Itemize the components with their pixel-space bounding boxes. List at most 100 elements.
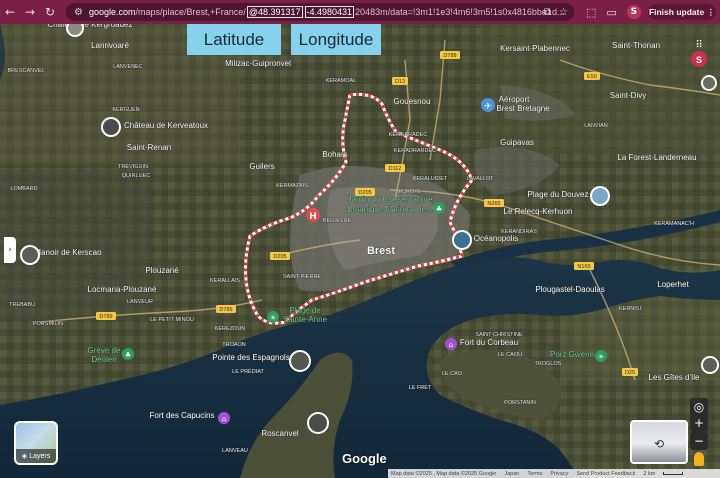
park-icon-jardin[interactable]: ♣ xyxy=(433,202,445,214)
place-label[interactable]: Océanopolis xyxy=(473,234,518,244)
place-label[interactable]: Gouesnou xyxy=(393,97,431,107)
place-label[interactable]: Château de Kerveatoux xyxy=(124,121,209,131)
finish-update-button[interactable]: Finish update ⋮ xyxy=(648,4,716,20)
road-shield: D789 xyxy=(96,312,116,320)
place-label[interactable]: Plouzané xyxy=(145,266,180,276)
omnibox-actions: ⧉ ☆ xyxy=(544,3,568,21)
pegman-icon[interactable] xyxy=(694,452,704,466)
place-label[interactable]: Lanrivoaré xyxy=(91,41,130,51)
place-label[interactable]: Botanique National de... xyxy=(347,205,433,215)
place-label[interactable]: La Forest-Landerneau xyxy=(617,153,697,163)
forward-icon[interactable]: → xyxy=(20,0,40,24)
place-label[interactable]: Fort du Corbeau xyxy=(460,338,519,348)
place-label: KERGUEN xyxy=(112,107,139,113)
place-label[interactable]: Kersaint-Plabennec xyxy=(500,44,570,54)
side-panel-toggle[interactable]: › xyxy=(4,237,16,263)
beach-icon-porz-gwenn[interactable]: ☀ xyxy=(595,350,607,362)
place-label[interactable]: Guilers xyxy=(249,162,275,172)
place-label[interactable]: Roscanvel xyxy=(261,429,299,439)
bookmark-star-icon[interactable]: ☆ xyxy=(559,7,568,18)
tab-icon[interactable]: ▭ xyxy=(606,6,616,19)
back-icon[interactable]: ← xyxy=(0,0,20,24)
place-label[interactable]: Château de Kergroadez xyxy=(47,24,133,29)
place-label[interactable]: Saint-Thonan xyxy=(612,41,661,51)
site-info-icon[interactable]: ⚙ xyxy=(74,7,83,18)
road-shield-label: N165 xyxy=(577,264,590,270)
place-label[interactable]: Porz Gwenn xyxy=(550,350,595,360)
footer-feedback[interactable]: Send Product Feedback xyxy=(576,471,635,477)
browser-toolbar: ← → ↻ ⚙ google.com /maps/place/Brest,+Fr… xyxy=(0,0,720,24)
user-avatar-s[interactable]: S xyxy=(691,51,707,67)
place-label[interactable]: Saint-Renan xyxy=(126,143,171,153)
place-label[interactable]: Plougastel-Daoulas xyxy=(535,285,605,295)
place-label[interactable]: Milizac-Guipronvel xyxy=(225,59,292,69)
place-label: BELLEVUE xyxy=(323,218,352,224)
place-label[interactable]: Jardin du Conservatoire xyxy=(347,195,433,205)
poi-manoir-kerscao[interactable] xyxy=(20,245,40,265)
museum-icon-fort-corbeau[interactable]: ⌂ xyxy=(445,338,457,350)
satellite-map[interactable]: D13D788E50D112D205N265D205N165D789D789D2… xyxy=(0,24,720,478)
apps-grid-icon[interactable]: ⠿ xyxy=(695,40,702,51)
airport-icon[interactable]: ✈ xyxy=(481,98,495,112)
extensions-icon[interactable]: ⬚ xyxy=(586,6,596,19)
svg-text:⌂: ⌂ xyxy=(449,341,453,349)
profile-avatar[interactable]: S xyxy=(626,5,641,19)
place-label[interactable]: Le Relecq-Kerhuon xyxy=(503,207,573,217)
footer-terms[interactable]: Terms xyxy=(527,471,542,477)
extension-area: ⬚ ▭ S xyxy=(586,0,641,24)
poi-northeast[interactable] xyxy=(701,75,717,91)
place-label[interactable]: Brest Bretagne xyxy=(496,104,551,114)
poi-plage-du-douvez[interactable] xyxy=(590,186,610,206)
hospital-icon[interactable]: H xyxy=(306,208,320,222)
place-label: LE PETIT MINOU xyxy=(150,317,194,323)
road-shield: D788 xyxy=(440,51,460,59)
install-icon[interactable]: ⧉ xyxy=(544,7,551,18)
reload-icon[interactable]: ↻ xyxy=(40,0,60,24)
place-label[interactable]: Aéroport xyxy=(498,95,530,105)
place-label[interactable]: Sainte-Anne xyxy=(283,315,328,325)
footer-japan[interactable]: Japan xyxy=(504,471,519,477)
place-label[interactable]: Fort des Capucins xyxy=(149,411,215,421)
road-shield-label: D789 xyxy=(219,307,232,313)
place-label[interactable]: Guipavas xyxy=(500,138,534,148)
place-label[interactable]: Loperhet xyxy=(657,280,690,290)
road-shield-label: D25 xyxy=(625,370,635,376)
place-label: TRÉVIGUIN xyxy=(118,163,148,170)
place-label[interactable]: Grève de xyxy=(87,346,121,356)
place-label: LE CAOU xyxy=(498,352,522,358)
place-label[interactable]: Bohars xyxy=(322,150,348,160)
place-label[interactable]: Plage du Douvez xyxy=(527,190,589,200)
place-label: LANVENEC xyxy=(113,64,143,70)
place-label[interactable]: Plage de xyxy=(289,306,322,316)
place-label[interactable]: Saint-Divy xyxy=(609,91,646,101)
address-bar[interactable]: ⚙ google.com /maps/place/Brest,+France/ … xyxy=(66,3,574,21)
svg-text:☀: ☀ xyxy=(598,353,604,361)
layers-button[interactable]: ◈ Layers xyxy=(14,421,58,465)
zoom-in-button[interactable]: + xyxy=(690,414,708,432)
scale-label: 2 km xyxy=(643,470,656,477)
place-label[interactable]: Les Gîtes d'Ile xyxy=(648,373,700,383)
road-shield-label: E50 xyxy=(587,74,597,80)
place-label[interactable]: Locmaria-Plouzané xyxy=(87,285,157,295)
place-label: KERNISI xyxy=(619,306,641,312)
google-logo: Google xyxy=(342,451,387,466)
svg-text:⌂: ⌂ xyxy=(222,415,226,423)
poi-chateau-kerveatoux[interactable] xyxy=(101,117,121,137)
poi-roscanvel[interactable] xyxy=(307,412,329,434)
poi-oceanopolis[interactable] xyxy=(452,230,472,250)
park-icon-greve-deolen[interactable]: ♣ xyxy=(122,348,134,360)
beach-icon-sainte-anne[interactable]: ☀ xyxy=(267,311,279,323)
zoom-out-button[interactable]: − xyxy=(690,432,708,450)
poi-les-gites[interactable] xyxy=(701,356,719,374)
place-label[interactable]: Brest xyxy=(367,245,396,258)
museum-icon-fort-capucins[interactable]: ⌂ xyxy=(218,412,230,424)
street-view-thumbnail[interactable]: ⟲ xyxy=(630,420,688,464)
poi-pointe-espagnols[interactable] xyxy=(289,350,311,372)
place-label[interactable]: Pointe des Espagnols xyxy=(212,353,290,363)
place-label[interactable]: Manoir de Kerscao xyxy=(34,248,102,258)
road-shield: D25 xyxy=(622,368,638,376)
svg-text:♣: ♣ xyxy=(125,351,131,359)
footer-privacy[interactable]: Privacy xyxy=(550,471,568,477)
place-label: LOMBARD xyxy=(10,186,37,192)
place-label[interactable]: Déolen xyxy=(91,355,117,365)
